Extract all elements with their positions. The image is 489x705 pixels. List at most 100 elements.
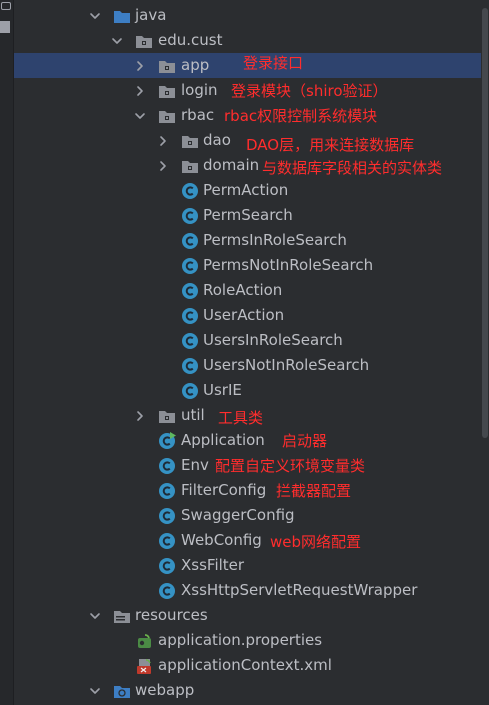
tree-node-class[interactable]: UserAction — [14, 303, 481, 328]
tree-node-label: application.properties — [158, 631, 323, 649]
vertical-scrollbar[interactable] — [482, 8, 488, 438]
tree-node-label: applicationContext.xml — [158, 656, 332, 674]
java-class-icon — [157, 481, 176, 500]
tree-node-label: domain — [203, 156, 260, 174]
java-class-icon — [157, 456, 176, 475]
tree-node-xssfilter[interactable]: XssFilter — [14, 553, 481, 578]
java-class-icon — [180, 306, 199, 325]
annotation-env: 配置自定义环境变量类 — [215, 457, 366, 475]
java-class-icon — [157, 556, 176, 575]
java-class-icon — [180, 356, 199, 375]
tree-node-label: RoleAction — [203, 281, 283, 299]
tree-node-label: PermAction — [203, 181, 289, 199]
java-class-icon — [180, 181, 199, 200]
java-class-icon — [180, 331, 199, 350]
tree-node-label: java — [135, 6, 167, 24]
tree-node-label: edu.cust — [158, 31, 223, 49]
package-icon — [157, 106, 176, 125]
tree-node-label: XssHttpServletRequestWrapper — [181, 581, 418, 599]
properties-file-icon — [134, 631, 153, 650]
chevron-down-icon[interactable] — [88, 678, 102, 703]
tree-node-label: XssFilter — [181, 556, 245, 574]
chevron-right-icon[interactable] — [133, 78, 147, 103]
tree-node-app-context[interactable]: applicationContext.xml — [14, 653, 481, 678]
annotation-login: 登录模块（shiro验证） — [231, 82, 388, 100]
tree-node-label: SwaggerConfig — [181, 506, 295, 524]
tree-node-webapp[interactable]: webapp — [14, 678, 481, 703]
source-folder-icon — [112, 6, 131, 25]
tree-node-swaggerconfig[interactable]: SwaggerConfig — [14, 503, 481, 528]
resources-folder-icon — [112, 606, 131, 625]
tree-node-label: PermsInRoleSearch — [203, 231, 347, 249]
tree-node-label: resources — [135, 606, 208, 624]
package-icon — [180, 156, 199, 175]
tree-node-label: webapp — [135, 681, 195, 699]
tree-node-resources[interactable]: resources — [14, 603, 481, 628]
tree-node-class[interactable]: RoleAction — [14, 278, 481, 303]
tree-node-application[interactable]: Application — [14, 428, 481, 453]
tree-node-class[interactable]: UsrIE — [14, 378, 481, 403]
java-class-icon — [180, 231, 199, 250]
gutter-bookmark-icon — [0, 0, 12, 38]
annotation-application: 启动器 — [282, 432, 328, 450]
java-class-icon — [180, 381, 199, 400]
java-class-icon — [180, 206, 199, 225]
tree-node-label: FilterConfig — [181, 481, 267, 499]
chevron-down-icon[interactable] — [88, 3, 102, 28]
tree-node-webconfig[interactable]: WebConfig — [14, 528, 481, 553]
java-class-icon — [180, 281, 199, 300]
tree-node-label: dao — [203, 131, 231, 149]
tree-node-java[interactable]: java — [14, 3, 481, 28]
annotation-rbac: rbac权限控制系统模块 — [224, 107, 378, 125]
chevron-right-icon[interactable] — [133, 403, 147, 428]
tree-node-label: Application — [181, 431, 265, 449]
tree-node-filterconfig[interactable]: FilterConfig — [14, 478, 481, 503]
chevron-down-icon[interactable] — [133, 103, 147, 128]
chevron-down-icon[interactable] — [110, 28, 124, 53]
annotation-domain: 与数据库字段相关的实体类 — [262, 159, 443, 177]
annotation-webconfig: web网络配置 — [270, 533, 362, 551]
annotation-util: 工具类 — [218, 409, 264, 427]
tree-node-label: WebConfig — [181, 531, 262, 549]
tree-node-class[interactable]: UsersNotInRoleSearch — [14, 353, 481, 378]
tree-node-label: UserAction — [203, 306, 285, 324]
tree-node-class[interactable]: UsersInRoleSearch — [14, 328, 481, 353]
java-class-icon — [157, 506, 176, 525]
tree-node-class[interactable]: PermsInRoleSearch — [14, 228, 481, 253]
left-gutter — [0, 0, 14, 705]
runnable-class-icon — [157, 431, 176, 450]
tree-node-app-properties[interactable]: application.properties — [14, 628, 481, 653]
tree-node-class[interactable]: PermSearch — [14, 203, 481, 228]
tree-node-label: login — [181, 81, 218, 99]
tree-node-label: PermsNotInRoleSearch — [203, 256, 374, 274]
tree-node-class[interactable]: PermsNotInRoleSearch — [14, 253, 481, 278]
java-class-icon — [157, 581, 176, 600]
tree-node-label: app — [181, 56, 210, 74]
xml-file-icon — [134, 656, 153, 675]
tree-node-label: UsersInRoleSearch — [203, 331, 343, 349]
tree-node-class[interactable]: PermAction — [14, 178, 481, 203]
tree-node-label: rbac — [181, 106, 215, 124]
tree-node-edu-cust[interactable]: edu.cust — [14, 28, 481, 53]
web-folder-icon — [112, 681, 131, 700]
package-icon — [157, 406, 176, 425]
java-class-icon — [180, 256, 199, 275]
tree-node-label: UsersNotInRoleSearch — [203, 356, 370, 374]
package-icon — [180, 131, 199, 150]
tree-node-label: util — [181, 406, 205, 424]
chevron-down-icon[interactable] — [88, 603, 102, 628]
package-icon — [157, 81, 176, 100]
tree-node-label: Env — [181, 456, 209, 474]
package-icon — [134, 31, 153, 50]
annotation-app: 登录接口 — [243, 54, 304, 72]
package-icon — [157, 56, 176, 75]
tree-node-xsswrapper[interactable]: XssHttpServletRequestWrapper — [14, 578, 481, 603]
java-class-icon — [157, 531, 176, 550]
tree-node-label: UsrIE — [203, 381, 242, 399]
chevron-right-icon[interactable] — [133, 53, 147, 78]
chevron-right-icon[interactable] — [156, 128, 170, 153]
annotation-filterconfig: 拦截器配置 — [276, 482, 352, 500]
chevron-right-icon[interactable] — [156, 153, 170, 178]
tree-node-label: PermSearch — [203, 206, 293, 224]
annotation-dao: DAO层，用来连接数据库 — [246, 136, 415, 154]
